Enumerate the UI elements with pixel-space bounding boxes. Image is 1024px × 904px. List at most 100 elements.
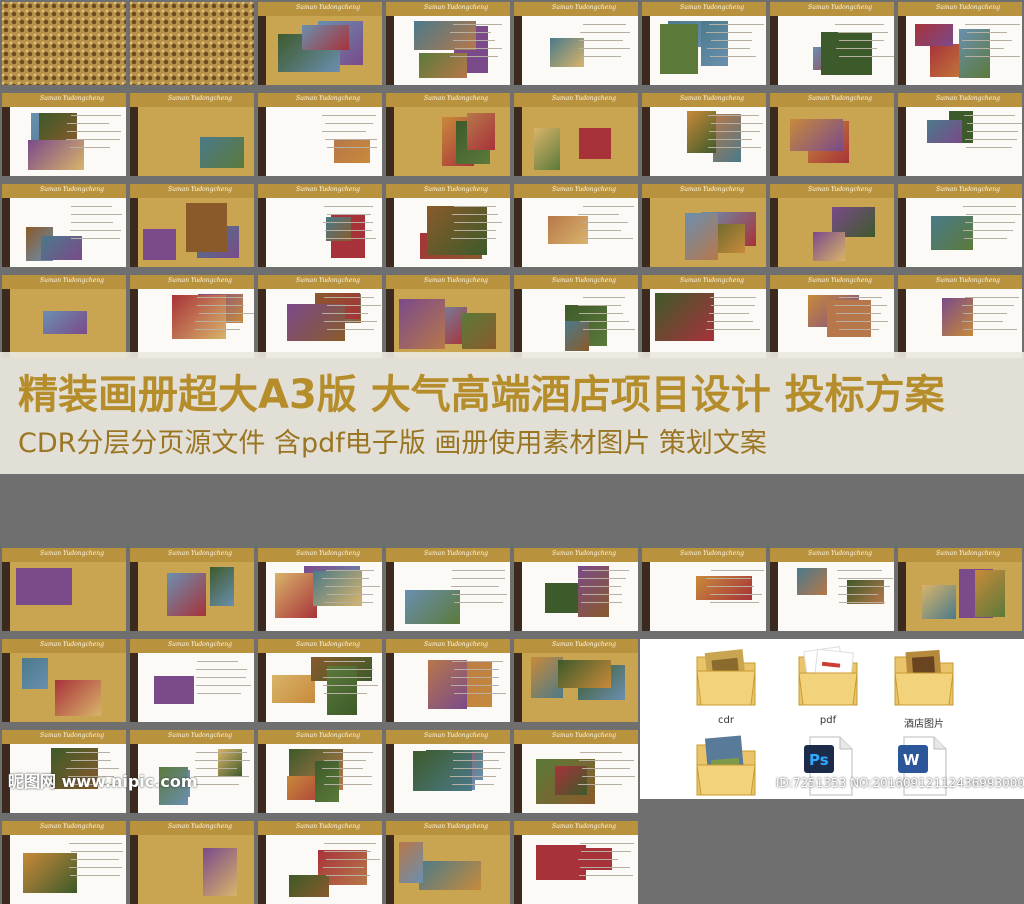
brochure-page-thumbnail: Suman Yudongcheng bbox=[386, 730, 510, 813]
banner-subline: CDR分层分页源文件 含pdf电子版 画册使用素材图片 策划文案 bbox=[18, 428, 767, 459]
page-text-line bbox=[323, 752, 373, 754]
page-header-brand: Suman Yudongcheng bbox=[936, 95, 1000, 102]
page-photo bbox=[922, 585, 956, 619]
page-text-line bbox=[965, 222, 1015, 224]
page-photo bbox=[565, 321, 589, 351]
page-text-line bbox=[454, 602, 503, 604]
page-header-brand: Suman Yudongcheng bbox=[168, 95, 232, 102]
brochure-page-thumbnail: Suman Yudongcheng bbox=[2, 275, 126, 358]
page-text-line bbox=[581, 851, 631, 853]
page-text-line bbox=[197, 297, 243, 299]
brochure-page-thumbnail: Suman Yudongcheng bbox=[386, 93, 510, 176]
page-text-line bbox=[582, 222, 628, 224]
page-text-line bbox=[964, 238, 1007, 240]
page-text-line bbox=[710, 297, 756, 299]
page-text-line bbox=[579, 48, 630, 50]
page-text-line bbox=[324, 297, 374, 299]
page-text-line bbox=[578, 214, 619, 216]
page-text-line bbox=[839, 586, 890, 588]
page-photo bbox=[22, 658, 48, 689]
page-text-line bbox=[451, 685, 499, 687]
page-text-line bbox=[835, 24, 884, 26]
page-photo bbox=[172, 295, 226, 339]
folder-pdf-icon bbox=[798, 646, 858, 706]
page-text-line bbox=[195, 329, 240, 331]
page-text-line bbox=[71, 214, 122, 216]
page-text-line bbox=[323, 685, 378, 687]
page-header-brand: Suman Yudongcheng bbox=[40, 186, 104, 193]
brochure-page-thumbnail: Suman Yudongcheng bbox=[2, 93, 126, 176]
page-text-line bbox=[839, 297, 882, 299]
page-header-brand: Suman Yudongcheng bbox=[424, 95, 488, 102]
brochure-page-thumbnail: Suman Yudongcheng bbox=[258, 821, 382, 904]
brochure-page-thumbnail: Suman Yudongcheng bbox=[2, 639, 126, 722]
page-photo bbox=[302, 25, 349, 50]
page-text-line bbox=[196, 677, 246, 679]
page-text-line bbox=[71, 206, 112, 208]
page-text-line bbox=[580, 586, 621, 588]
page-text-line bbox=[194, 776, 249, 778]
brochure-page-thumbnail: Suman Yudongcheng bbox=[898, 2, 1022, 85]
brochure-page-thumbnail: Suman Yudongcheng bbox=[898, 275, 1022, 358]
file-item-photos[interactable] bbox=[686, 731, 766, 801]
page-header-brand: Suman Yudongcheng bbox=[168, 732, 232, 739]
page-text-line bbox=[196, 669, 247, 671]
page-header-brand: Suman Yudongcheng bbox=[808, 550, 872, 557]
brochure-page-thumbnail: Suman Yudongcheng bbox=[770, 184, 894, 267]
page-text-line bbox=[67, 131, 121, 133]
page-text-line bbox=[582, 768, 630, 770]
page-text-line bbox=[962, 305, 1014, 307]
page-header-brand: Suman Yudongcheng bbox=[808, 277, 872, 284]
file-item-cdr[interactable]: cdr bbox=[686, 643, 766, 726]
page-text-line bbox=[197, 693, 241, 695]
page-text-line bbox=[706, 329, 760, 331]
page-text-line bbox=[579, 40, 623, 42]
page-header-brand: Suman Yudongcheng bbox=[296, 732, 360, 739]
page-text-line bbox=[707, 586, 754, 588]
page-text-line bbox=[580, 321, 629, 323]
page-text-line bbox=[708, 139, 752, 141]
page-text-line bbox=[836, 48, 877, 50]
file-item-psd[interactable]: Ps bbox=[790, 735, 870, 801]
folder-images-icon bbox=[894, 649, 954, 706]
file-label-pdf: pdf bbox=[819, 715, 837, 726]
page-header-brand: Suman Yudongcheng bbox=[296, 550, 360, 557]
file-item-hotel-images[interactable]: 酒店图片 bbox=[884, 643, 964, 730]
page-header-brand: Suman Yudongcheng bbox=[552, 4, 616, 11]
page-text-line bbox=[454, 222, 502, 224]
brochure-page-thumbnail: Suman Yudongcheng bbox=[258, 548, 382, 631]
page-header-brand: Suman Yudongcheng bbox=[168, 641, 232, 648]
page-text-line bbox=[709, 313, 749, 315]
page-text-line bbox=[966, 214, 1021, 216]
page-photo bbox=[975, 570, 1005, 617]
page-photo bbox=[272, 675, 315, 703]
brochure-page-thumbnail: Suman Yudongcheng bbox=[2, 184, 126, 267]
page-photo bbox=[467, 113, 495, 150]
page-text-line bbox=[839, 40, 884, 42]
page-header-brand: Suman Yudongcheng bbox=[552, 641, 616, 648]
page-header-brand: Suman Yudongcheng bbox=[168, 550, 232, 557]
page-text-line bbox=[582, 776, 635, 778]
file-item-doc[interactable]: W bbox=[884, 735, 964, 801]
page-text-line bbox=[66, 139, 120, 141]
file-item-pdf[interactable]: pdf bbox=[788, 643, 868, 726]
brochure-page-thumbnail: Suman Yudongcheng bbox=[642, 2, 766, 85]
page-text-line bbox=[322, 131, 366, 133]
brochure-page-thumbnail: Suman Yudongcheng bbox=[514, 548, 638, 631]
page-text-line bbox=[451, 238, 496, 240]
page-text-line bbox=[325, 139, 377, 141]
brochure-page-thumbnail: Suman Yudongcheng bbox=[514, 184, 638, 267]
page-text-line bbox=[324, 661, 365, 663]
brochure-page-thumbnail: Suman Yudongcheng bbox=[770, 548, 894, 631]
page-header-brand: Suman Yudongcheng bbox=[552, 732, 616, 739]
page-text-line bbox=[581, 230, 621, 232]
page-text-line bbox=[708, 147, 761, 149]
page-text-line bbox=[581, 602, 622, 604]
page-text-line bbox=[965, 139, 1017, 141]
page-text-line bbox=[453, 24, 502, 26]
page-text-line bbox=[965, 56, 1020, 58]
page-text-line bbox=[709, 131, 760, 133]
page-text-line bbox=[325, 123, 373, 125]
page-text-line bbox=[578, 859, 618, 861]
page-text-line bbox=[962, 40, 1012, 42]
